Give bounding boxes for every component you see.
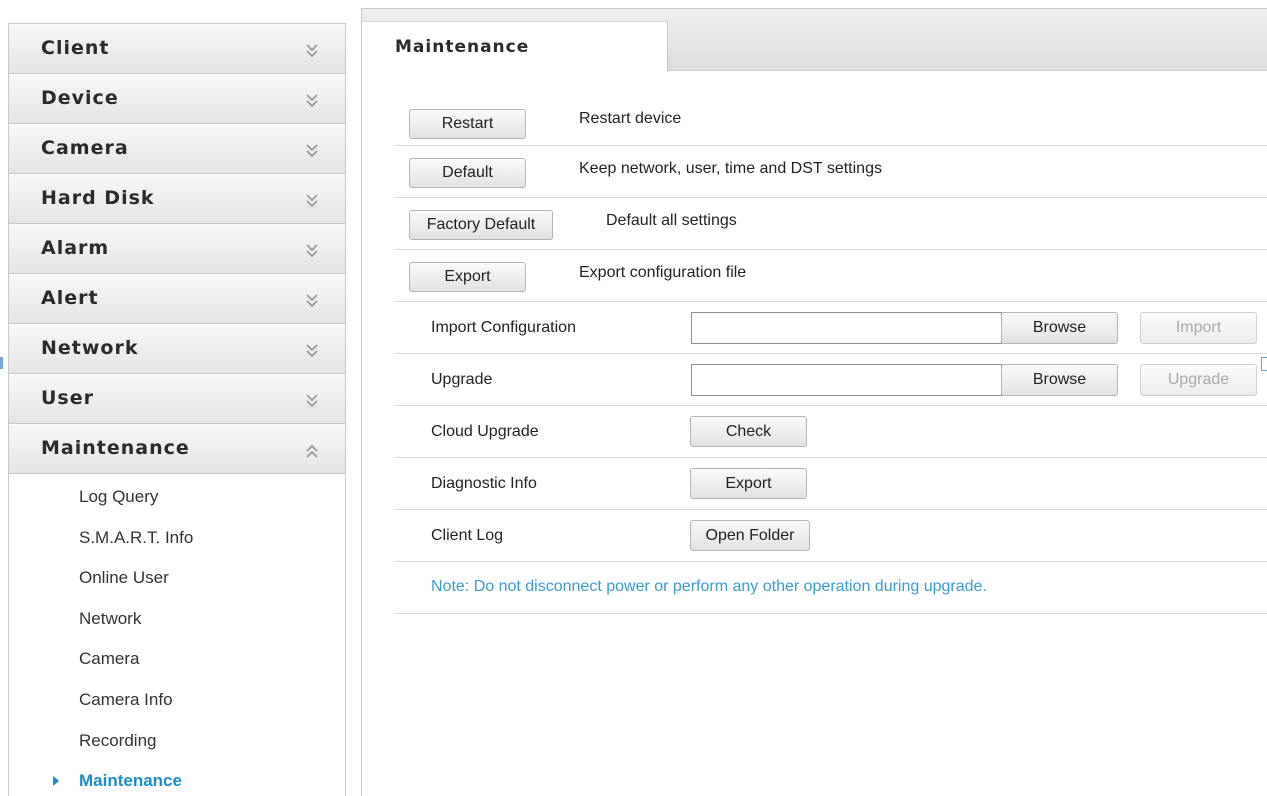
sidebar-item-label: Network xyxy=(79,608,142,628)
sidebar-category-network[interactable]: Network xyxy=(9,324,345,374)
factory-default-button[interactable]: Factory Default xyxy=(409,210,553,240)
default-button[interactable]: Default xyxy=(409,158,526,188)
sidebar-category-hard-disk[interactable]: Hard Disk xyxy=(9,174,345,224)
sidebar-category-label: Maintenance xyxy=(41,437,190,459)
sidebar-category-label: User xyxy=(41,387,94,409)
default-row: Default Keep network, user, time and DST… xyxy=(394,147,1267,198)
sidebar-item-label: Log Query xyxy=(79,487,159,506)
tab-bar: Maintenance xyxy=(362,9,1267,72)
client-log-label: Client Log xyxy=(431,527,504,544)
factory-default-row: Factory Default Default all settings xyxy=(394,199,1267,250)
sidebar-item-label: Online User xyxy=(79,568,169,588)
sidebar-item-label: S.M.A.R.T. Info xyxy=(79,527,194,547)
restart-button[interactable]: Restart xyxy=(409,109,526,139)
window-edge-marker-left xyxy=(0,357,3,369)
cloud-upgrade-row: Cloud Upgrade Check xyxy=(394,407,1267,458)
maintenance-submenu: Log Query S.M.A.R.T. Info Online User Netwo… xyxy=(9,474,345,796)
sidebar-category-label: Device xyxy=(41,87,119,109)
upgrade-warning-note: Note: Do not disconnect power or perform… xyxy=(431,578,987,595)
sidebar-item-maintenance[interactable]: Maintenance xyxy=(9,762,345,796)
sidebar-category-label: Alarm xyxy=(41,237,110,259)
chevron-double-down-icon xyxy=(303,292,321,310)
note-row: Note: Do not disconnect power or perform… xyxy=(394,563,1267,614)
import-config-file-field[interactable] xyxy=(691,312,1002,344)
upgrade-file-field[interactable] xyxy=(691,364,1002,396)
settings-sidebar: Client Device Camera Hard Disk Alarm Alert Net… xyxy=(8,23,346,796)
sidebar-category-maintenance[interactable]: Maintenance xyxy=(9,424,345,474)
sidebar-category-label: Alert xyxy=(41,287,99,309)
tab-maintenance[interactable]: Maintenance xyxy=(362,21,668,72)
restart-description: Restart device xyxy=(579,110,682,127)
sidebar-item-label: Camera Info xyxy=(79,689,173,709)
category-list: Client Device Camera Hard Disk Alarm Alert Net… xyxy=(9,24,345,474)
sidebar-category-user[interactable]: User xyxy=(9,374,345,424)
import-config-row: Import Configuration Browse Import xyxy=(394,303,1267,354)
sidebar-category-label: Network xyxy=(41,337,139,359)
diagnostic-info-label: Diagnostic Info xyxy=(431,475,537,492)
sidebar-category-camera[interactable]: Camera xyxy=(9,124,345,174)
sidebar-item-log-query[interactable]: Log Query xyxy=(9,478,345,519)
chevron-double-down-icon xyxy=(303,342,321,360)
factory-default-description: Default all settings xyxy=(606,212,737,229)
default-description: Keep network, user, time and DST setting… xyxy=(579,160,882,177)
active-item-arrow-icon xyxy=(53,776,59,787)
tab-label: Maintenance xyxy=(395,37,530,57)
sidebar-item-online-user[interactable]: Online User xyxy=(9,559,345,600)
upgrade-button[interactable]: Upgrade xyxy=(1140,364,1257,396)
upgrade-label: Upgrade xyxy=(431,371,493,388)
sidebar-item-s-m-a-r-t-info[interactable]: S.M.A.R.T. Info xyxy=(9,519,345,560)
chevron-double-down-icon xyxy=(303,142,321,160)
sidebar-category-label: Camera xyxy=(41,137,129,159)
chevron-double-down-icon xyxy=(303,192,321,210)
chevron-double-down-icon xyxy=(303,42,321,60)
chevron-double-down-icon xyxy=(303,392,321,410)
sidebar-item-camera-info[interactable]: Camera Info xyxy=(9,681,345,722)
import-browse-button[interactable]: Browse xyxy=(1001,312,1118,344)
restart-row: Restart Restart device xyxy=(394,95,1267,146)
chevron-double-down-icon xyxy=(303,92,321,110)
sidebar-item-label: Recording xyxy=(79,730,157,750)
upgrade-browse-button[interactable]: Browse xyxy=(1001,364,1118,396)
sidebar-category-alert[interactable]: Alert xyxy=(9,274,345,324)
cloud-check-button[interactable]: Check xyxy=(690,416,807,447)
sidebar-item-recording[interactable]: Recording xyxy=(9,722,345,763)
sidebar-category-label: Hard Disk xyxy=(41,187,155,209)
sidebar-item-network[interactable]: Network xyxy=(9,600,345,641)
export-config-button[interactable]: Export xyxy=(409,262,526,292)
window-edge-marker-right xyxy=(1261,357,1267,371)
sidebar-category-label: Client xyxy=(41,37,110,59)
export-config-row: Export Export configuration file xyxy=(394,251,1267,302)
sidebar-category-client[interactable]: Client xyxy=(9,24,345,74)
cloud-upgrade-label: Cloud Upgrade xyxy=(431,423,539,440)
import-button[interactable]: Import xyxy=(1140,312,1257,344)
open-folder-button[interactable]: Open Folder xyxy=(690,520,810,551)
sidebar-item-camera[interactable]: Camera xyxy=(9,640,345,681)
sidebar-item-label: Camera xyxy=(79,649,140,669)
export-config-description: Export configuration file xyxy=(579,264,747,281)
diagnostic-info-row: Diagnostic Info Export xyxy=(394,459,1267,510)
sidebar-category-device[interactable]: Device xyxy=(9,74,345,124)
client-log-row: Client Log Open Folder xyxy=(394,511,1267,562)
upgrade-row: Upgrade Browse Upgrade xyxy=(394,355,1267,406)
diagnostic-export-button[interactable]: Export xyxy=(690,468,807,499)
import-config-label: Import Configuration xyxy=(431,319,576,336)
main-panel: Maintenance Restart Restart device Defau… xyxy=(361,8,1267,796)
sidebar-category-alarm[interactable]: Alarm xyxy=(9,224,345,274)
chevron-double-down-icon xyxy=(303,242,321,260)
chevron-double-up-icon xyxy=(303,442,321,460)
sidebar-item-label: Maintenance xyxy=(79,771,182,791)
